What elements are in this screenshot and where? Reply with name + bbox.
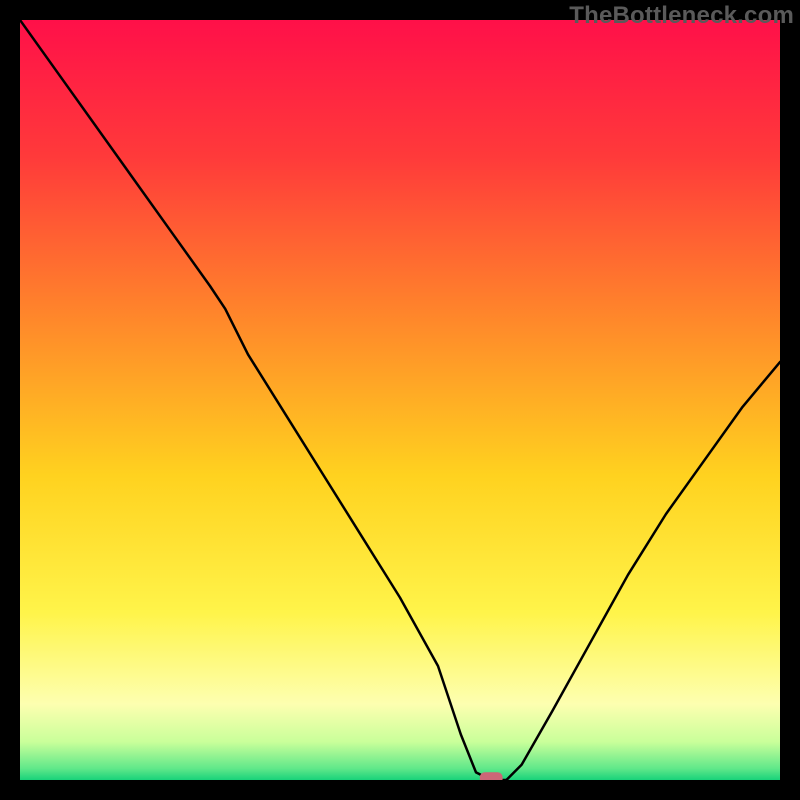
plot-area [20, 20, 780, 780]
chart-frame: TheBottleneck.com [0, 0, 800, 800]
watermark-text: TheBottleneck.com [569, 2, 794, 30]
optimal-marker [480, 772, 503, 780]
plot-svg [20, 20, 780, 780]
gradient-background [20, 20, 780, 780]
